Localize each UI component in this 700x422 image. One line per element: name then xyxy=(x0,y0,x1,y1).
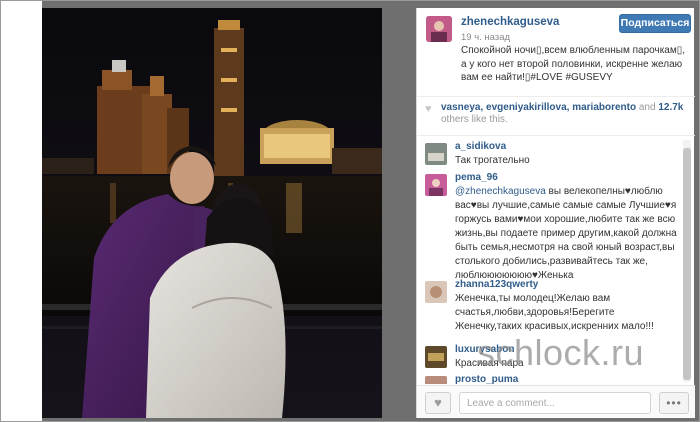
night-couple-photo xyxy=(42,8,382,418)
comment-username[interactable]: zhanna123qwerty xyxy=(455,279,538,290)
likers-list[interactable]: vasneya, evgeniyakirillova, mariaborento xyxy=(441,102,636,113)
watermark: schlock.ru xyxy=(477,332,645,373)
comment-body: вы велекопелны♥люблю вас♥вы лучшие,самые… xyxy=(455,186,677,281)
avatar[interactable] xyxy=(425,174,447,196)
likes-summary: ♥ vasneya, evgeniyakirillova, mariaboren… xyxy=(417,96,695,136)
post-caption: Спокойной ночи▯,всем влюбленным парочкам… xyxy=(461,45,686,83)
comment-input[interactable] xyxy=(459,392,651,414)
post-username[interactable]: zhenechkaguseva xyxy=(461,16,559,28)
comment-text: Так трогательно xyxy=(455,155,530,166)
comment-text: @zhenechkaguseva вы велекопелны♥люблю ва… xyxy=(455,185,679,283)
like-button[interactable]: ♥ xyxy=(425,392,451,414)
avatar[interactable] xyxy=(426,16,452,42)
comment-text: Женечка,ты молодец!Желаю вам счастья,люб… xyxy=(455,293,654,332)
comment-mention[interactable]: @zhenechkaguseva xyxy=(455,186,546,197)
avatar[interactable] xyxy=(425,281,447,303)
left-margin xyxy=(0,0,42,422)
comment-username[interactable]: a_sidikova xyxy=(455,141,506,152)
likes-text: vasneya, evgeniyakirillova, mariaborento… xyxy=(441,102,689,126)
comments-scrollbar-thumb[interactable] xyxy=(683,148,691,380)
heart-icon: ♥ xyxy=(434,395,442,410)
comment-username[interactable]: pema_96 xyxy=(455,172,498,183)
comment-bar: ♥ ••• xyxy=(417,385,695,418)
avatar[interactable] xyxy=(425,346,447,368)
avatar[interactable] xyxy=(425,376,447,384)
post-photo xyxy=(42,8,382,418)
follow-button[interactable]: Подписаться xyxy=(619,14,691,33)
post-time: 19 ч. назад xyxy=(461,32,511,43)
more-options-button[interactable]: ••• xyxy=(659,392,689,414)
heart-icon: ♥ xyxy=(425,103,432,115)
likes-count[interactable]: 12.7k xyxy=(658,102,683,113)
comment-username[interactable]: prosto_puma xyxy=(455,374,518,384)
avatar[interactable] xyxy=(425,143,447,165)
likes-and: and xyxy=(638,102,656,113)
likes-rest: others like this. xyxy=(441,114,508,125)
post-header: zhenechkaguseva Подписаться 19 ч. назад … xyxy=(417,8,695,96)
